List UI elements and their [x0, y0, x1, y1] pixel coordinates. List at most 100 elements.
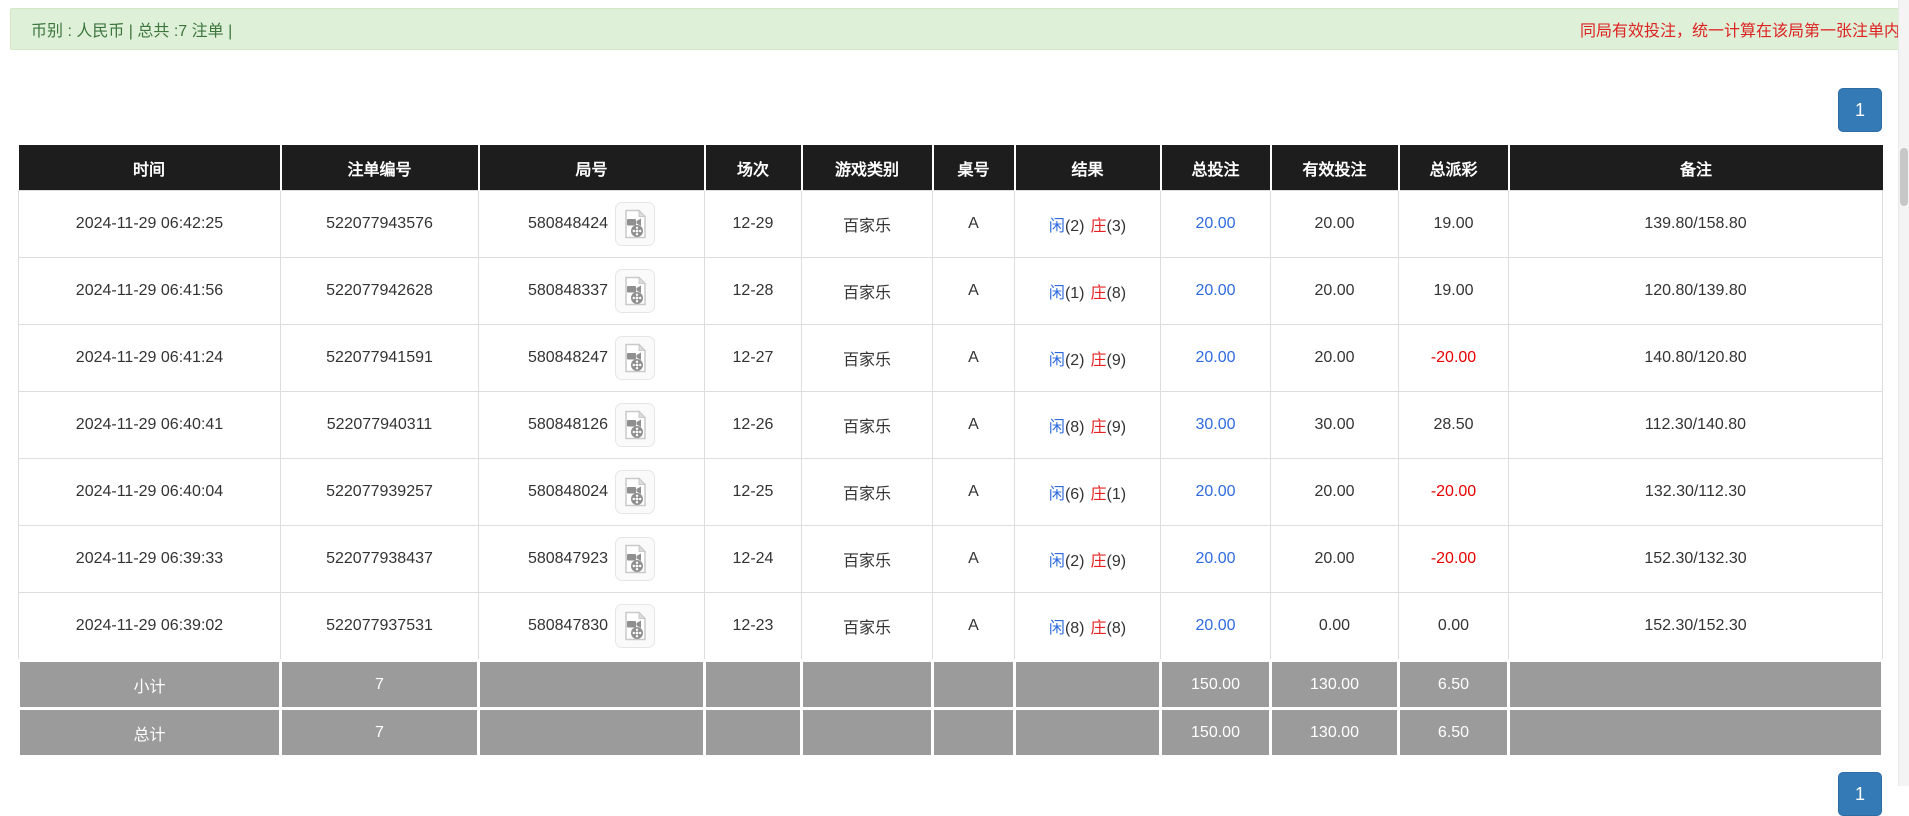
cell-result: 闲(6) 庄(1) — [1014, 458, 1161, 526]
total-total-bet: 150.00 — [1159, 707, 1272, 758]
banker-result-label: 庄 — [1090, 285, 1107, 302]
cell-time: 2024-11-29 06:39:02 — [18, 592, 281, 661]
total-row: 总计 7 150.00 130.00 6.50 — [17, 707, 1884, 758]
cell-session: 12-28 — [704, 257, 802, 325]
col-header-game-type: 游戏类别 — [801, 145, 934, 191]
banker-result-value: (8) — [1106, 285, 1127, 302]
cell-valid-bet: 20.00 — [1270, 525, 1399, 593]
cell-table-no: A — [932, 257, 1015, 325]
player-result-label: 闲 — [1048, 553, 1065, 570]
total-payout: 6.50 — [1397, 707, 1510, 758]
cell-result: 闲(2) 庄(9) — [1014, 525, 1161, 593]
pagination-page-1-bottom[interactable]: 1 — [1838, 772, 1882, 816]
bet-records-table: 时间 注单编号 局号 场次 游戏类别 桌号 结果 总投注 有效投注 总派彩 备注… — [17, 145, 1884, 758]
banker-result-label: 庄 — [1090, 553, 1107, 570]
cell-result: 闲(8) 庄(8) — [1014, 592, 1161, 661]
cell-round-id: 580847923 — [478, 525, 705, 593]
subtotal-payout: 6.50 — [1397, 659, 1510, 710]
player-result-label: 闲 — [1048, 218, 1065, 235]
cell-round-id: 580848337 — [478, 257, 705, 325]
col-header-bet-id: 注单编号 — [280, 145, 480, 191]
cell-valid-bet: 20.00 — [1270, 458, 1399, 526]
col-header-total-bet: 总投注 — [1160, 145, 1272, 191]
vertical-scrollbar-thumb[interactable] — [1900, 148, 1908, 206]
cell-game-type: 百家乐 — [801, 190, 933, 258]
col-header-payout: 总派彩 — [1398, 145, 1510, 191]
cell-total-bet-link[interactable]: 20.00 — [1160, 525, 1271, 593]
cell-remark: 140.80/120.80 — [1508, 324, 1883, 392]
cell-payout: -20.00 — [1398, 324, 1509, 392]
pagination-page-1-top[interactable]: 1 — [1838, 88, 1882, 132]
video-replay-button[interactable] — [615, 336, 656, 380]
cell-remark: 132.30/112.30 — [1508, 458, 1883, 526]
cell-bet-id: 522077937531 — [280, 592, 479, 661]
cell-valid-bet: 20.00 — [1270, 324, 1399, 392]
cell-session: 12-27 — [704, 324, 802, 392]
subtotal-count: 7 — [279, 659, 480, 710]
banker-result-label: 庄 — [1090, 486, 1107, 503]
cell-result: 闲(2) 庄(3) — [1014, 190, 1161, 258]
col-header-remark: 备注 — [1508, 145, 1883, 191]
video-replay-button[interactable] — [615, 604, 656, 648]
col-header-valid-bet: 有效投注 — [1270, 145, 1400, 191]
player-result-value: (2) — [1064, 553, 1085, 570]
banker-result-label: 庄 — [1090, 352, 1107, 369]
video-replay-icon — [622, 209, 648, 239]
cell-round-id: 580848024 — [478, 458, 705, 526]
cell-payout: 0.00 — [1398, 592, 1509, 661]
cell-session: 12-26 — [704, 391, 802, 459]
banker-result-value: (1) — [1106, 486, 1127, 503]
cell-table-no: A — [932, 525, 1015, 593]
cell-valid-bet: 20.00 — [1270, 257, 1399, 325]
vertical-scrollbar-track[interactable] — [1898, 0, 1909, 786]
cell-valid-bet: 20.00 — [1270, 190, 1399, 258]
col-header-result: 结果 — [1014, 145, 1162, 191]
player-result-value: (2) — [1064, 218, 1085, 235]
table-row: 2024-11-29 06:39:33 522077938437 5808479… — [18, 525, 1883, 593]
cell-time: 2024-11-29 06:41:56 — [18, 257, 281, 325]
cell-remark: 139.80/158.80 — [1508, 190, 1883, 258]
table-header-row: 时间 注单编号 局号 场次 游戏类别 桌号 结果 总投注 有效投注 总派彩 备注 — [18, 145, 1883, 191]
video-replay-button[interactable] — [615, 537, 656, 581]
subtotal-total-bet: 150.00 — [1159, 659, 1272, 710]
subtotal-valid-bet: 130.00 — [1269, 659, 1400, 710]
cell-result: 闲(8) 庄(9) — [1014, 391, 1161, 459]
table-row: 2024-11-29 06:40:41 522077940311 5808481… — [18, 391, 1883, 459]
video-replay-icon — [622, 410, 648, 440]
cell-session: 12-29 — [704, 190, 802, 258]
table-row: 2024-11-29 06:42:25 522077943576 5808484… — [18, 190, 1883, 258]
video-replay-icon — [622, 544, 648, 574]
banker-result-value: (9) — [1106, 352, 1127, 369]
cell-remark: 152.30/152.30 — [1508, 592, 1883, 661]
cell-valid-bet: 30.00 — [1270, 391, 1399, 459]
video-replay-button[interactable] — [615, 269, 656, 313]
player-result-label: 闲 — [1048, 352, 1065, 369]
player-result-label: 闲 — [1048, 419, 1065, 436]
banker-result-value: (9) — [1106, 553, 1127, 570]
cell-payout: -20.00 — [1398, 525, 1509, 593]
cell-remark: 152.30/132.30 — [1508, 525, 1883, 593]
video-replay-button[interactable] — [615, 202, 656, 246]
video-replay-icon — [622, 343, 648, 373]
player-result-value: (1) — [1064, 285, 1085, 302]
cell-total-bet-link[interactable]: 20.00 — [1160, 257, 1271, 325]
video-replay-button[interactable] — [615, 470, 656, 514]
cell-round-id: 580848247 — [478, 324, 705, 392]
cell-table-no: A — [932, 391, 1015, 459]
player-result-label: 闲 — [1048, 620, 1065, 637]
cell-total-bet-link[interactable]: 20.00 — [1160, 190, 1271, 258]
total-valid-bet: 130.00 — [1269, 707, 1400, 758]
banker-result-value: (3) — [1106, 218, 1127, 235]
cell-total-bet-link[interactable]: 30.00 — [1160, 391, 1271, 459]
banker-result-label: 庄 — [1090, 419, 1107, 436]
cell-game-type: 百家乐 — [801, 324, 933, 392]
banker-result-value: (8) — [1106, 620, 1127, 637]
video-replay-button[interactable] — [615, 403, 656, 447]
banker-result-label: 庄 — [1090, 620, 1107, 637]
cell-table-no: A — [932, 592, 1015, 661]
cell-total-bet-link[interactable]: 20.00 — [1160, 324, 1271, 392]
cell-payout: 19.00 — [1398, 257, 1509, 325]
cell-total-bet-link[interactable]: 20.00 — [1160, 592, 1271, 661]
cell-total-bet-link[interactable]: 20.00 — [1160, 458, 1271, 526]
player-result-value: (8) — [1064, 419, 1085, 436]
